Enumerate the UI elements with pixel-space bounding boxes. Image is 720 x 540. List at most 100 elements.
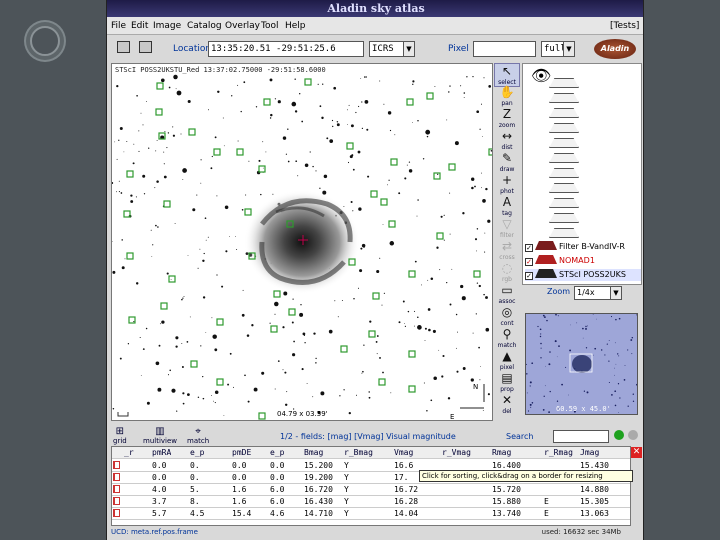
location-input[interactable]: 13:35:20.51 -29:51:25.6 xyxy=(208,41,364,57)
star xyxy=(199,248,201,250)
nav-star xyxy=(614,374,615,376)
tool-prop-button[interactable]: ▤ prop xyxy=(494,371,520,395)
close-icon[interactable]: ✕ xyxy=(631,447,642,458)
pixel-mode-dropdown-icon[interactable]: ▼ xyxy=(563,41,575,57)
star xyxy=(346,124,348,125)
eye-icon[interactable]: 👁 xyxy=(531,66,551,85)
menu-tool[interactable]: Tool xyxy=(261,17,278,35)
tool-pixel-button[interactable]: ▲ pixel xyxy=(494,349,520,373)
star xyxy=(341,300,343,301)
star xyxy=(200,182,202,184)
tool-pan-button[interactable]: ✋ pan xyxy=(494,85,520,109)
star xyxy=(352,210,354,212)
row-marker-icon[interactable] xyxy=(113,461,120,469)
tool-filter-button[interactable]: ▽ filter xyxy=(494,217,520,241)
open-folder-icon[interactable] xyxy=(117,41,130,53)
column-header[interactable]: pmRA xyxy=(152,447,171,458)
grid-button[interactable]: ⊞ grid xyxy=(113,426,127,445)
layer-poss2[interactable]: ✓ STScI POSS2UKS xyxy=(525,269,641,281)
nav-star xyxy=(527,410,530,412)
column-header[interactable]: r_Vmag xyxy=(442,447,471,458)
star xyxy=(355,394,358,396)
tool-match-button[interactable]: ⚲ match xyxy=(494,327,520,351)
tool-contour-button[interactable]: ◎ cont xyxy=(494,305,520,329)
frame-dropdown-icon[interactable]: ▼ xyxy=(403,41,415,57)
tool-label: match xyxy=(497,342,517,349)
layer-filter[interactable]: ✓ Filter B-VandIV-R xyxy=(525,241,641,253)
row-marker-icon[interactable] xyxy=(113,497,120,505)
layer-nomad1[interactable]: ✓ NOMAD1 xyxy=(525,255,641,267)
sky-image[interactable]: N E 04.79 x 03.59' xyxy=(112,64,493,421)
tool-zoom-button[interactable]: Zzoom xyxy=(494,107,520,131)
save-disk-icon[interactable] xyxy=(139,41,152,53)
catalog-source-marker xyxy=(346,142,354,150)
column-header[interactable]: Rmag xyxy=(492,447,511,458)
table-row[interactable]: 3.7 8. 1.6 6.0 16.430 Y 16.28 15.880 E 15.305 xyxy=(112,496,630,508)
sky-view[interactable]: N E 04.79 x 03.59' STScI POSS2UKSTU_Red … xyxy=(111,63,493,421)
tool-phot-button[interactable]: + phot xyxy=(494,173,520,197)
search-input[interactable] xyxy=(553,430,609,443)
menu-tests[interactable]: [Tests] xyxy=(610,17,639,35)
column-header[interactable]: _r xyxy=(124,447,134,458)
tool-cross-button[interactable]: ⇄ cross xyxy=(494,239,520,263)
menu-image[interactable]: Image xyxy=(153,17,181,35)
menu-edit[interactable]: Edit xyxy=(131,17,148,35)
tool-tag-button[interactable]: Atag xyxy=(494,195,520,219)
column-header[interactable]: Bmag xyxy=(304,447,323,458)
star xyxy=(216,195,218,197)
nav-star xyxy=(526,363,528,365)
star xyxy=(118,191,120,193)
match-button[interactable]: ⌖ match xyxy=(187,426,209,445)
star xyxy=(381,304,383,306)
tool-draw-button[interactable]: ✎ draw xyxy=(494,151,520,175)
navigator-panel[interactable]: 60.59 x 45.0' xyxy=(525,313,638,415)
table-cell: 15.880 xyxy=(492,497,521,506)
layer-checkbox[interactable]: ✓ xyxy=(525,258,533,266)
catalog-source-marker xyxy=(448,163,456,171)
pixel-input[interactable] xyxy=(473,41,536,57)
layer-name: Filter B-VandIV-R xyxy=(559,242,625,251)
column-header[interactable]: r_Bmag xyxy=(344,447,373,458)
menu-help[interactable]: Help xyxy=(285,17,306,35)
column-header[interactable]: Jmag xyxy=(580,447,599,458)
column-header[interactable]: r_Rmag xyxy=(544,447,573,458)
row-marker-icon[interactable] xyxy=(113,473,120,481)
star xyxy=(132,162,135,165)
star xyxy=(130,200,134,203)
aladin-logo[interactable]: Aladin xyxy=(594,39,636,59)
star xyxy=(417,199,419,201)
menu-file[interactable]: File xyxy=(111,17,126,35)
star xyxy=(274,313,276,315)
tool-dist-button[interactable]: ↔ dist xyxy=(494,129,520,153)
tool-select-button[interactable]: ↖ select xyxy=(494,63,520,87)
layer-checkbox[interactable]: ✓ xyxy=(525,244,533,252)
column-header[interactable]: pmDE xyxy=(232,447,251,458)
table-header[interactable]: _r pmRA e_p pmDE e_p Bmag r_Bmag Vmag r_Vmag Rmag… xyxy=(112,447,630,459)
info-icon[interactable] xyxy=(628,430,638,440)
plane-stack[interactable]: 👁 ✓ Filter B-VandIV-R ✓ NOMAD1 ✓ STScI POSS… xyxy=(522,63,642,285)
menu-overlay[interactable]: Overlay xyxy=(225,17,260,35)
tool-rgb-button[interactable]: ◌ rgb xyxy=(494,261,520,285)
star xyxy=(471,186,474,190)
layer-checkbox[interactable]: ✓ xyxy=(525,272,533,280)
column-header[interactable]: e_p xyxy=(270,447,284,458)
tool-assoc-button[interactable]: ▭ assoc xyxy=(494,283,520,307)
column-header[interactable]: e_p xyxy=(190,447,204,458)
row-marker-icon[interactable] xyxy=(113,485,120,493)
star xyxy=(432,329,436,333)
menu-catalog[interactable]: Catalog xyxy=(187,17,222,35)
table-row[interactable]: 4.0 5. 1.6 6.0 16.720 Y 16.72 15.720 14.880 xyxy=(112,484,630,496)
table-row[interactable]: 5.7 4.5 15.4 4.6 14.710 Y 14.04 13.740 E 13.063 xyxy=(112,508,630,520)
nav-star xyxy=(636,383,637,386)
multiview-button[interactable]: ▥ multiview xyxy=(143,426,177,445)
status-memory: used: 16632 sec 34Mb xyxy=(541,528,621,536)
zoom-dropdown-icon[interactable]: ▼ xyxy=(610,286,622,300)
row-marker-icon[interactable] xyxy=(113,509,120,517)
star xyxy=(315,362,317,364)
measurement-table[interactable]: _r pmRA e_p pmDE e_p Bmag r_Bmag Vmag r_Vmag Rmag… xyxy=(111,446,631,526)
tool-del-button[interactable]: ✕ del xyxy=(494,393,520,417)
column-header[interactable]: Vmag xyxy=(394,447,413,458)
nav-star xyxy=(632,393,635,395)
star xyxy=(265,151,267,153)
star xyxy=(481,172,482,174)
